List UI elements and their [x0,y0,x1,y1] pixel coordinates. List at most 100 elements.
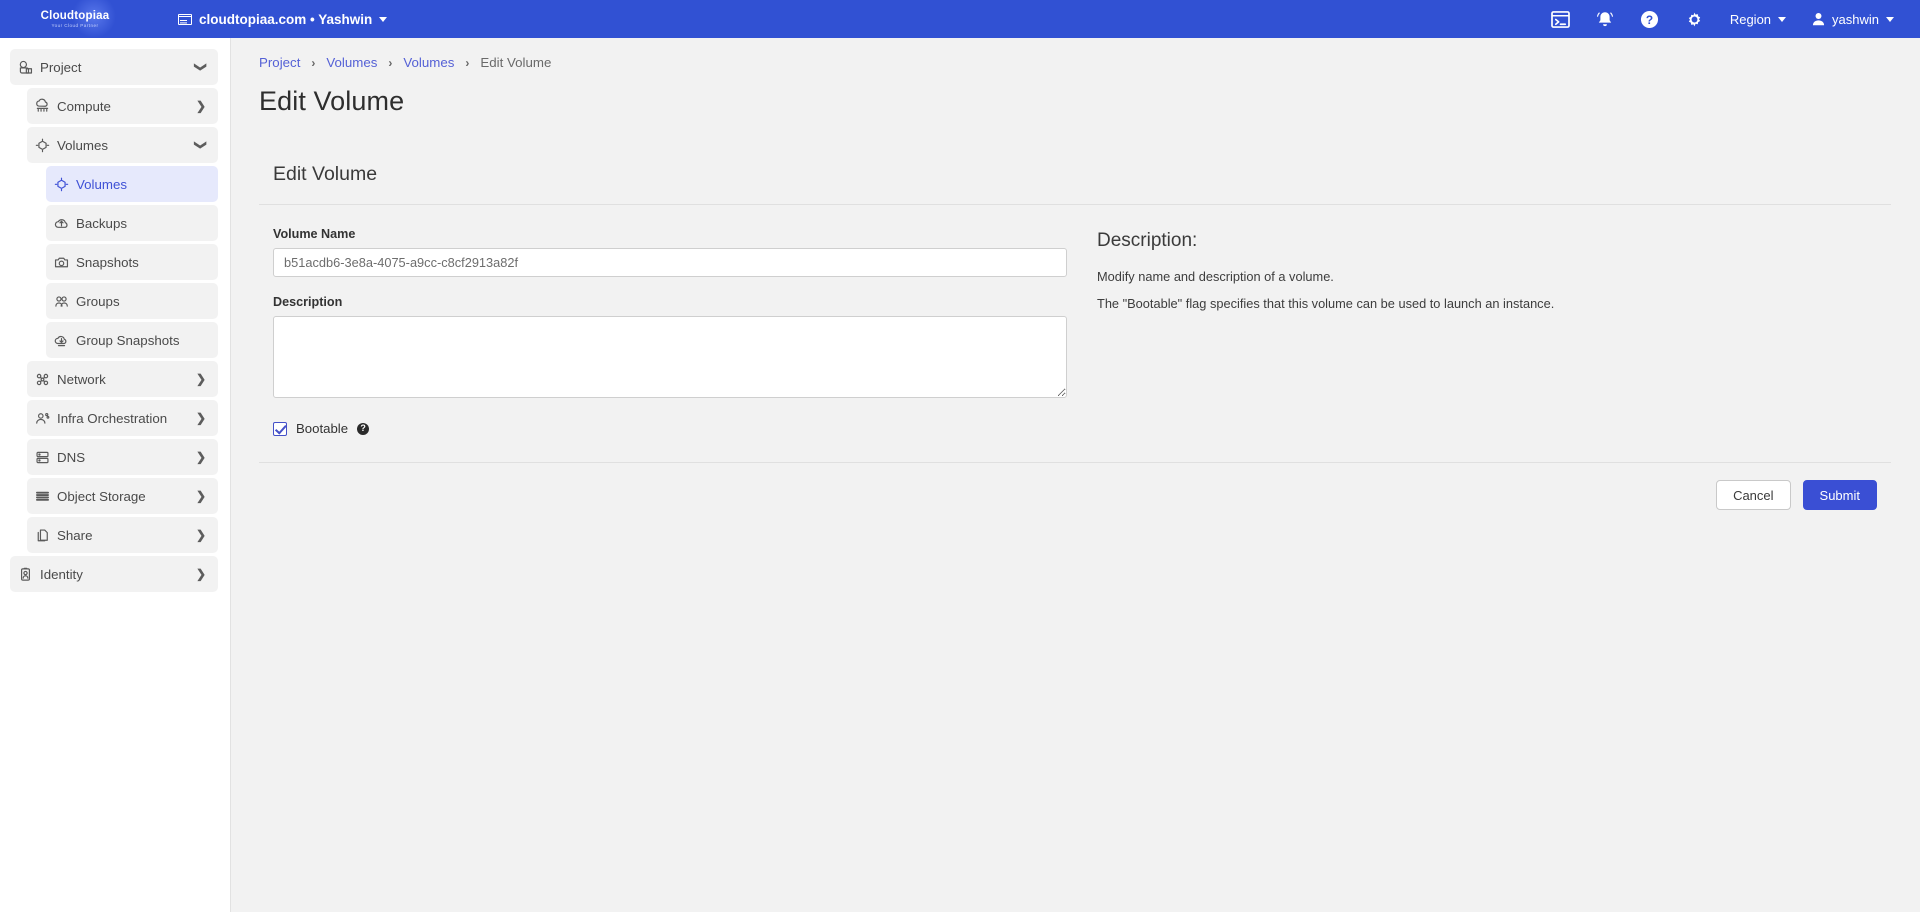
sidebar-item-label: Object Storage [57,489,196,504]
group-snapshot-icon [46,332,76,349]
logo-text: Cloudtopiaa [41,10,110,22]
volume-name-input[interactable] [273,248,1067,277]
compute-icon [27,98,57,115]
submit-button[interactable]: Submit [1803,480,1877,510]
sidebar-item-identity[interactable]: Identity ❯ [10,556,218,592]
user-avatar-icon [1812,12,1825,26]
header-actions: ? Region yashwin [1551,0,1920,38]
dns-icon [27,449,57,466]
sidebar-item-label: DNS [57,450,196,465]
bootable-checkbox[interactable] [273,422,287,436]
sidebar-item-groups[interactable]: Groups [46,283,218,319]
left-sidebar[interactable]: Project ❯ Compute ❯ Volumes ❯ Volumes Ba… [0,38,231,912]
description-field-group: Description [273,295,1069,403]
edit-volume-card: Edit Volume Volume Name Description Boot… [259,147,1891,510]
breadcrumb-link[interactable]: Volumes [403,55,454,70]
card-body: Volume Name Description Bootable ? Descr… [259,205,1891,436]
breadcrumb: Project › Volumes › Volumes › Edit Volume [259,38,1892,70]
sidebar-item-label: Volumes [57,138,196,153]
region-selector[interactable]: Region [1730,12,1786,27]
sidebar-item-network[interactable]: Network ❯ [27,361,218,397]
console-icon[interactable] [1551,11,1570,28]
identity-icon [10,566,40,583]
user-menu[interactable]: yashwin [1812,12,1894,27]
project-switcher[interactable]: cloudtopiaa.com • Yashwin [178,12,387,27]
chevron-right-icon: ❯ [196,567,206,581]
chevron-down-icon [1886,17,1894,22]
sidebar-item-compute[interactable]: Compute ❯ [27,88,218,124]
sidebar-item-volumes[interactable]: Volumes [46,166,218,202]
bootable-help-icon[interactable]: ? [357,423,369,435]
sidebar-item-dns[interactable]: DNS ❯ [27,439,218,475]
project-icon [10,59,40,76]
object-storage-icon [27,488,57,505]
sidebar-item-share[interactable]: Share ❯ [27,517,218,553]
share-icon [27,527,57,544]
bell-icon[interactable] [1596,10,1614,29]
cancel-button[interactable]: Cancel [1716,480,1790,510]
description-panel-line: The "Bootable" flag specifies that this … [1097,296,1554,311]
sidebar-item-label: Snapshots [76,255,206,270]
chevron-down-icon [379,17,387,22]
camera-icon [46,254,76,271]
window-icon [178,14,192,25]
project-switcher-label: cloudtopiaa.com • Yashwin [199,12,372,27]
help-icon[interactable]: ? [1640,10,1659,29]
breadcrumb-separator-icon: › [465,56,469,70]
sidebar-item-object-storage[interactable]: Object Storage ❯ [27,478,218,514]
region-label: Region [1730,12,1771,27]
description-panel: Description: Modify name and description… [1069,227,1554,436]
bootable-label: Bootable [296,421,348,436]
brand-logo[interactable]: Cloudtopiaa Your Cloud Partner [0,0,150,38]
chevron-right-icon: ❯ [196,528,206,542]
sidebar-item-infra-orchestration[interactable]: Infra Orchestration ❯ [27,400,218,436]
description-panel-title: Description: [1097,230,1554,252]
card-title: Edit Volume [259,147,1891,205]
form-column: Volume Name Description Bootable ? [259,227,1069,436]
chevron-down-icon [1778,17,1786,22]
sidebar-item-group-snapshots[interactable]: Group Snapshots [46,322,218,358]
user-name-label: yashwin [1832,12,1879,27]
chevron-right-icon: ❯ [196,489,206,503]
page-title: Edit Volume [259,86,1892,117]
sidebar-item-label: Share [57,528,196,543]
volumes-icon [27,137,57,154]
sidebar-item-label: Groups [76,294,206,309]
settings-gear-icon[interactable] [1685,10,1704,29]
chevron-right-icon: ❯ [196,450,206,464]
volume-name-field-group: Volume Name [273,227,1069,277]
sidebar-item-label: Identity [40,567,196,582]
sidebar-item-volumes[interactable]: Volumes ❯ [27,127,218,163]
sidebar-item-snapshots[interactable]: Snapshots [46,244,218,280]
sidebar-item-label: Project [40,60,196,75]
sidebar-item-backups[interactable]: Backups [46,205,218,241]
volume-name-label: Volume Name [273,227,1069,241]
volume-icon [46,176,76,193]
bootable-row: Bootable ? [273,421,1069,436]
sidebar-item-label: Infra Orchestration [57,411,196,426]
chevron-right-icon: ❯ [196,411,206,425]
breadcrumb-link[interactable]: Project [259,55,300,70]
backup-cloud-icon [46,215,76,232]
card-footer: Cancel Submit [259,462,1891,510]
logo-tagline: Your Cloud Partner [51,23,98,28]
description-label: Description [273,295,1069,309]
breadcrumb-separator-icon: › [388,56,392,70]
network-icon [27,371,57,388]
breadcrumb-separator-icon: › [311,56,315,70]
groups-icon [46,293,76,310]
svg-text:?: ? [1646,12,1653,26]
breadcrumb-link[interactable]: Volumes [326,55,377,70]
sidebar-item-label: Volumes [76,177,206,192]
sidebar-item-project[interactable]: Project ❯ [10,49,218,85]
chevron-down-icon: ❯ [194,140,208,150]
sidebar-item-label: Backups [76,216,206,231]
chevron-down-icon: ❯ [194,62,208,72]
description-panel-line: Modify name and description of a volume. [1097,269,1554,284]
breadcrumb-current: Edit Volume [480,55,551,70]
description-textarea[interactable] [273,316,1067,398]
top-header-bar: Cloudtopiaa Your Cloud Partner cloudtopi… [0,0,1920,38]
sidebar-item-label: Network [57,372,196,387]
infra-icon [27,410,57,427]
sidebar-item-label: Group Snapshots [76,333,206,348]
